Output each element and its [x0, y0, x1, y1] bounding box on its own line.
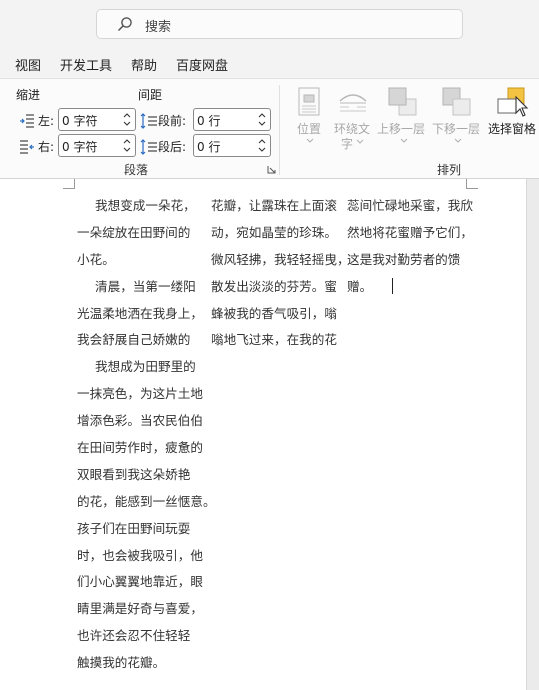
- margin-corner-left: [63, 179, 75, 189]
- chevron-down-icon: [454, 138, 462, 143]
- text-line: 我会舒展自己娇嫩的: [77, 332, 191, 348]
- indent-heading: 缩进: [16, 88, 41, 102]
- spin-arrows-icon[interactable]: [257, 110, 267, 129]
- search-box[interactable]: 搜索: [96, 9, 463, 39]
- chevron-down-icon: [306, 138, 314, 143]
- document-page[interactable]: 我想变成一朵花， 一朵绽放在田野间的 小花。 清晨，当第一缕阳 光温柔地洒在我身…: [0, 179, 526, 690]
- bring-forward-icon: [388, 87, 417, 116]
- tab-help[interactable]: 帮助: [131, 55, 157, 74]
- spin-arrows-icon[interactable]: [122, 136, 132, 155]
- text-line: 增添色彩。当农民伯伯: [77, 413, 203, 429]
- selection-pane-icon: [497, 87, 529, 117]
- send-backward-button[interactable]: 下移一层: [432, 120, 480, 137]
- spacing-after-value: 0 行: [197, 140, 221, 154]
- send-backward-icon: [442, 87, 471, 116]
- group-divider: [279, 85, 280, 175]
- text-line: 在田间劳作时，疲惫的: [77, 440, 203, 456]
- text-line: 时，也会被我吸引，他: [77, 547, 203, 563]
- scrollbar[interactable]: [526, 179, 539, 690]
- tab-developer[interactable]: 开发工具: [60, 55, 112, 74]
- menu-bar: 视图 开发工具 帮助 百度网盘: [0, 48, 539, 78]
- text-line: 蜂被我的香气吸引，嗡: [211, 305, 337, 321]
- search-icon: [117, 17, 132, 32]
- indent-right-value: 0 字符: [62, 140, 98, 154]
- indent-left-label: 左:: [38, 114, 55, 128]
- tab-baidu-netdisk[interactable]: 百度网盘: [176, 55, 228, 74]
- text-line: 双眼看到我这朵娇艳: [77, 466, 191, 482]
- spacing-before-value: 0 行: [197, 114, 221, 128]
- spacing-before-label: 段前:: [158, 114, 187, 128]
- text-line-last: 赠。: [347, 274, 473, 301]
- text-line: 动，宛如晶莹的珍珠。: [211, 224, 337, 240]
- indent-left-input[interactable]: 0 字符: [58, 108, 136, 131]
- selection-pane-button[interactable]: 选择窗格: [488, 120, 536, 137]
- text-line: 触摸我的花瓣。: [77, 655, 166, 671]
- spin-arrows-icon[interactable]: [122, 110, 132, 129]
- bring-forward-button[interactable]: 上移一层: [377, 120, 425, 137]
- wrap-text-icon: [339, 94, 367, 112]
- search-placeholder: 搜索: [145, 20, 172, 35]
- text-line: 然地将花蜜赠予它们，: [347, 224, 473, 240]
- position-button[interactable]: 位置: [297, 120, 321, 137]
- spacing-after-label: 段后:: [158, 140, 187, 154]
- indent-left-icon: [20, 114, 34, 128]
- spacing-after-input[interactable]: 0 行: [193, 134, 271, 157]
- chevron-down-icon: [400, 138, 408, 143]
- text-line: 也许还会忍不住轻轻: [77, 628, 191, 644]
- text-line: 小花。: [77, 251, 115, 267]
- text-line: 清晨，当第一缕阳: [95, 278, 196, 294]
- text-column-3: 蕊间忙碌地采蜜，我欣 然地将花蜜赠予它们， 这是我对勤劳者的馈 赠。: [347, 193, 473, 301]
- spacing-heading: 间距: [138, 88, 163, 102]
- dialog-launcher-icon[interactable]: [267, 165, 276, 174]
- text-line: 的花，能感到一丝惬意。: [77, 493, 216, 509]
- margin-corner-right: [466, 179, 478, 189]
- indent-left-value: 0 字符: [62, 114, 98, 128]
- wrap-text-label-line2: 字: [341, 137, 354, 151]
- ribbon: 缩进 间距 左: 0 字符 右: 0 字符 段前: 0 行 段后: 0 行 段落…: [0, 78, 539, 179]
- indent-right-icon: [20, 140, 34, 154]
- text-line: 微风轻拂，我轻轻摇曳，: [211, 251, 350, 267]
- text-cursor: [392, 277, 394, 294]
- text-line: 嗡地飞过来，在我的花: [211, 332, 337, 348]
- text-line: 花瓣，让露珠在上面滚: [211, 198, 337, 213]
- text-line: 这是我对勤劳者的馈: [347, 251, 461, 267]
- document-area: 我想变成一朵花， 一朵绽放在田野间的 小花。 清晨，当第一缕阳 光温柔地洒在我身…: [0, 179, 539, 690]
- text-column-1: 我想变成一朵花， 一朵绽放在田野间的 小花。 清晨，当第一缕阳 光温柔地洒在我身…: [77, 193, 216, 677]
- spacing-before-input[interactable]: 0 行: [193, 108, 271, 131]
- tab-view[interactable]: 视图: [15, 55, 41, 74]
- paragraph-group-label: 段落: [124, 163, 149, 177]
- spacing-before-icon: [140, 113, 157, 129]
- text-line: 光温柔地洒在我身上，: [77, 305, 203, 321]
- text-line: 们小心翼翼地靠近，眼: [77, 574, 203, 590]
- arrange-group-label: 排列: [437, 163, 462, 177]
- text-line: 赠。: [347, 278, 373, 294]
- chevron-down-icon: [356, 139, 364, 144]
- position-icon: [298, 87, 320, 116]
- text-line: 一抹亮色，为这片土地: [77, 386, 203, 402]
- indent-right-input[interactable]: 0 字符: [58, 134, 136, 157]
- spin-arrows-icon[interactable]: [257, 136, 267, 155]
- indent-right-label: 右:: [38, 140, 55, 154]
- text-line: 孩子们在田野间玩耍: [77, 520, 191, 536]
- text-line: 散发出淡淡的芬芳。蜜: [211, 278, 337, 294]
- text-line: 蕊间忙碌地采蜜，我欣: [347, 198, 473, 213]
- text-line: 我想变成一朵花，: [95, 198, 196, 213]
- spacing-after-icon: [140, 139, 157, 155]
- text-line: 睛里满是好奇与喜爱，: [77, 601, 203, 617]
- text-line: 一朵绽放在田野间的: [77, 224, 191, 240]
- title-bar: 搜索: [0, 0, 539, 48]
- text-column-2: 花瓣，让露珠在上面滚 动，宛如晶莹的珍珠。 微风轻拂，我轻轻摇曳， 散发出淡淡的…: [211, 193, 350, 354]
- text-line: 我想成为田野里的: [95, 359, 196, 375]
